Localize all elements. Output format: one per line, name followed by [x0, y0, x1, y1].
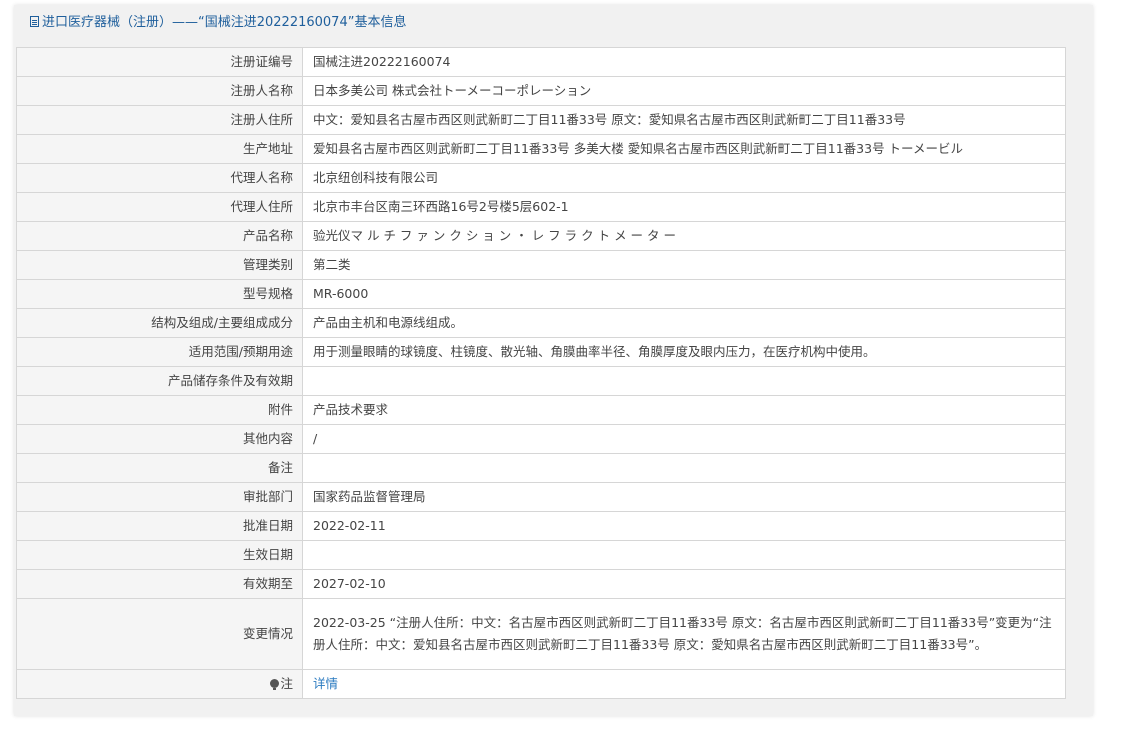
- note-row: 注 详情: [16, 669, 1066, 699]
- lightbulb-icon: [270, 679, 280, 690]
- row-label: 代理人住所: [16, 192, 303, 222]
- row-label: 产品名称: [16, 221, 303, 251]
- table-row: 注册人名称 日本多美公司 株式会社トーメーコーポレーション: [16, 76, 1066, 106]
- table-row: 代理人住所 北京市丰台区南三环西路16号2号楼5层602-1: [16, 192, 1066, 222]
- row-label: 变更情况: [16, 598, 303, 670]
- table-row: 产品名称 验光仪マ ル チ フ ァ ン ク シ ョ ン ・ レ フ ラ ク ト …: [16, 221, 1066, 251]
- note-value-cell: 详情: [302, 669, 1066, 699]
- row-label: 生产地址: [16, 134, 303, 164]
- row-label: 注册人名称: [16, 76, 303, 106]
- row-value: [302, 453, 1066, 483]
- table-row: 其他内容 /: [16, 424, 1066, 454]
- note-label-cell: 注: [16, 669, 303, 699]
- row-value: 2027-02-10: [302, 569, 1066, 599]
- row-label: 注册人住所: [16, 105, 303, 135]
- row-label: 产品储存条件及有效期: [16, 366, 303, 396]
- row-value: [302, 366, 1066, 396]
- row-label: 代理人名称: [16, 163, 303, 193]
- row-value: 验光仪マ ル チ フ ァ ン ク シ ョ ン ・ レ フ ラ ク ト メ ー タ…: [302, 221, 1066, 251]
- note-label: 注: [280, 676, 293, 691]
- row-value: 2022-02-11: [302, 511, 1066, 541]
- row-label: 备注: [16, 453, 303, 483]
- row-value: MR-6000: [302, 279, 1066, 309]
- row-value: 产品由主机和电源线组成。: [302, 308, 1066, 338]
- table-row: 批准日期 2022-02-11: [16, 511, 1066, 541]
- table-row: 代理人名称 北京纽创科技有限公司: [16, 163, 1066, 193]
- row-value: 国家药品监督管理局: [302, 482, 1066, 512]
- panel-header: 进口医疗器械（注册）——“国械注进20222160074”基本信息: [14, 5, 1093, 41]
- row-label: 结构及组成/主要组成成分: [16, 308, 303, 338]
- row-value: 用于测量眼睛的球镜度、柱镜度、散光轴、角膜曲率半径、角膜厚度及眼内压力，在医疗机…: [302, 337, 1066, 367]
- row-label: 有效期至: [16, 569, 303, 599]
- row-label: 注册证编号: [16, 47, 303, 77]
- row-label: 管理类别: [16, 250, 303, 280]
- row-label: 附件: [16, 395, 303, 425]
- table-row: 附件 产品技术要求: [16, 395, 1066, 425]
- table-row: 产品储存条件及有效期: [16, 366, 1066, 396]
- table-row: 有效期至 2027-02-10: [16, 569, 1066, 599]
- row-value: [302, 540, 1066, 570]
- row-label: 适用范围/预期用途: [16, 337, 303, 367]
- details-link[interactable]: 详情: [313, 676, 338, 691]
- row-label: 批准日期: [16, 511, 303, 541]
- table-row: 注册人住所 中文：爱知县名古屋市西区则武新町二丁目11番33号 原文：愛知県名古…: [16, 105, 1066, 135]
- document-icon: [30, 16, 39, 27]
- row-value: 爱知县名古屋市西区则武新町二丁目11番33号 多美大楼 愛知県名古屋市西区則武新…: [302, 134, 1066, 164]
- table-row: 备注: [16, 453, 1066, 483]
- table-row: 变更情况 2022-03-25 “注册人住所：中文：名古屋市西区则武新町二丁目1…: [16, 598, 1066, 670]
- row-value: 2022-03-25 “注册人住所：中文：名古屋市西区则武新町二丁目11番33号…: [302, 598, 1066, 670]
- row-value: 日本多美公司 株式会社トーメーコーポレーション: [302, 76, 1066, 106]
- row-label: 其他内容: [16, 424, 303, 454]
- row-value: 北京纽创科技有限公司: [302, 163, 1066, 193]
- row-value: 北京市丰台区南三环西路16号2号楼5层602-1: [302, 192, 1066, 222]
- page-title: 进口医疗器械（注册）——“国械注进20222160074”基本信息: [42, 15, 407, 30]
- table-row: 注册证编号 国械注进20222160074: [16, 47, 1066, 77]
- table-row: 结构及组成/主要组成成分 产品由主机和电源线组成。: [16, 308, 1066, 338]
- table-row: 审批部门 国家药品监督管理局: [16, 482, 1066, 512]
- row-value: 产品技术要求: [302, 395, 1066, 425]
- row-value: 中文：爱知县名古屋市西区则武新町二丁目11番33号 原文：愛知県名古屋市西区則武…: [302, 105, 1066, 135]
- table-row: 生效日期: [16, 540, 1066, 570]
- table-row: 管理类别 第二类: [16, 250, 1066, 280]
- row-value: 第二类: [302, 250, 1066, 280]
- row-value: /: [302, 424, 1066, 454]
- table-row: 适用范围/预期用途 用于测量眼睛的球镜度、柱镜度、散光轴、角膜曲率半径、角膜厚度…: [16, 337, 1066, 367]
- table-row: 型号规格 MR-6000: [16, 279, 1066, 309]
- row-value: 国械注进20222160074: [302, 47, 1066, 77]
- detail-table: 注册证编号 国械注进20222160074 注册人名称 日本多美公司 株式会社ト…: [16, 47, 1066, 699]
- row-label: 生效日期: [16, 540, 303, 570]
- table-row: 生产地址 爱知县名古屋市西区则武新町二丁目11番33号 多美大楼 愛知県名古屋市…: [16, 134, 1066, 164]
- row-label: 审批部门: [16, 482, 303, 512]
- row-label: 型号规格: [16, 279, 303, 309]
